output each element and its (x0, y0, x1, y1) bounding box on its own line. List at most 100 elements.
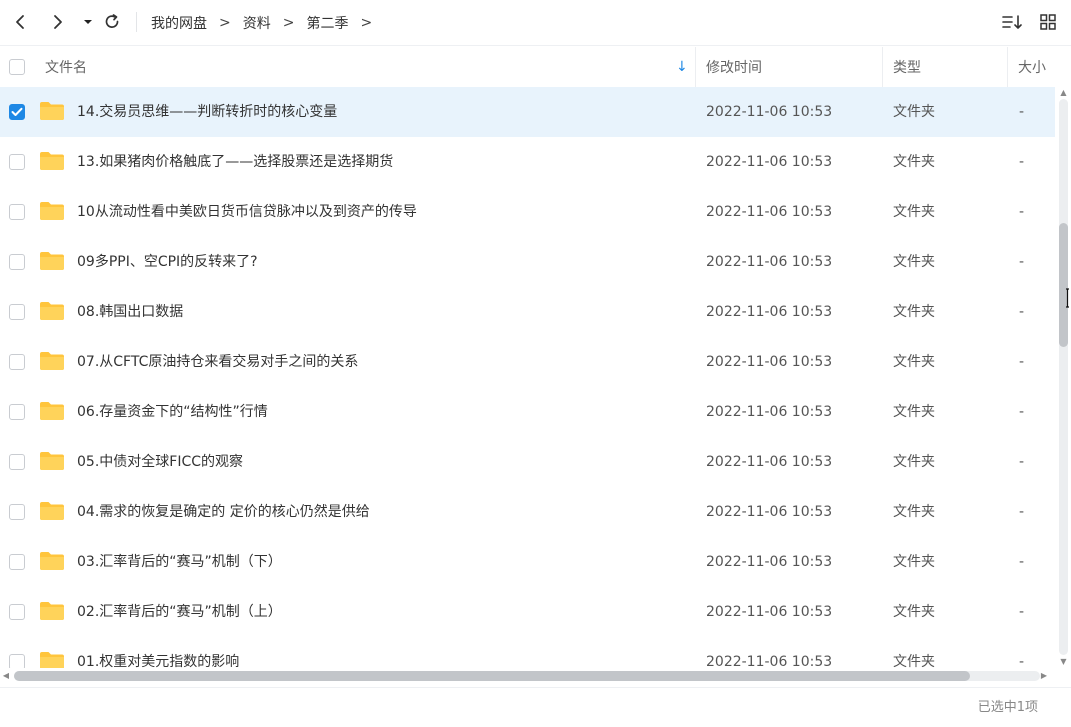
column-size-header[interactable]: 大小 (1018, 47, 1046, 87)
refresh-icon (105, 14, 119, 28)
file-row[interactable]: 02.汇率背后的“赛马”机制（上） 2022-11-06 10:53 文件夹 - (0, 587, 1055, 637)
file-size: - (1019, 254, 1025, 270)
file-modified-time: 2022-11-06 10:53 (706, 354, 833, 370)
file-type: 文件夹 (893, 504, 935, 520)
column-divider[interactable] (695, 47, 696, 87)
file-size: - (1019, 204, 1025, 220)
forward-button[interactable] (46, 10, 70, 34)
folder-icon (39, 601, 65, 621)
file-row[interactable]: 01.权重对美元指数的影响 2022-11-06 10:53 文件夹 - (0, 637, 1055, 668)
file-name[interactable]: 06.存量资金下的“结构性”行情 (77, 387, 268, 437)
sort-arrow-icon[interactable]: ↓ (676, 47, 688, 87)
row-checkbox[interactable] (9, 404, 25, 420)
folder-icon (39, 101, 65, 121)
file-modified-time: 2022-11-06 10:53 (706, 654, 833, 668)
file-size: - (1019, 304, 1025, 320)
file-row[interactable]: 07.从CFTC原油持仓来看交易对手之间的关系 2022-11-06 10:53… (0, 337, 1055, 387)
checkmark-icon (11, 107, 23, 116)
vertical-scrollbar[interactable]: ▲ ▼ (1056, 87, 1071, 668)
file-row[interactable]: 14.交易员思维——判断转折时的核心变量 2022-11-06 10:53 文件… (0, 87, 1055, 137)
row-checkbox[interactable] (9, 554, 25, 570)
scrollbar-track[interactable] (1059, 99, 1068, 655)
file-type: 文件夹 (893, 404, 935, 420)
file-modified-time: 2022-11-06 10:53 (706, 604, 833, 620)
breadcrumb-item-season-two[interactable]: 第二季 (306, 13, 348, 33)
row-checkbox[interactable] (9, 154, 25, 170)
file-modified-time: 2022-11-06 10:53 (706, 504, 833, 520)
row-checkbox[interactable] (9, 354, 25, 370)
file-size: - (1019, 554, 1025, 570)
file-name[interactable]: 04.需求的恢复是确定的 定价的核心仍然是供给 (77, 487, 370, 537)
folder-icon (39, 201, 65, 221)
file-type: 文件夹 (893, 154, 935, 170)
row-checkbox[interactable] (9, 654, 25, 668)
scroll-up-icon[interactable]: ▲ (1059, 89, 1068, 97)
breadcrumb-item-materials[interactable]: 资料 (243, 13, 271, 33)
selection-count: 已选中1项 (977, 700, 1038, 715)
folder-icon (39, 551, 65, 571)
breadcrumb-item-root[interactable]: 我的网盘 (151, 13, 207, 33)
scrollbar-thumb[interactable] (1059, 223, 1068, 347)
file-list: 14.交易员思维——判断转折时的核心变量 2022-11-06 10:53 文件… (0, 87, 1055, 668)
row-checkbox[interactable] (9, 454, 25, 470)
row-checkbox[interactable] (9, 104, 25, 120)
file-name[interactable]: 14.交易员思维——判断转折时的核心变量 (77, 87, 337, 137)
history-dropdown-button[interactable] (76, 10, 100, 34)
horizontal-scrollbar[interactable]: ◀ ▶ (0, 668, 1056, 684)
file-type: 文件夹 (893, 204, 935, 220)
file-name[interactable]: 07.从CFTC原油持仓来看交易对手之间的关系 (77, 337, 358, 387)
file-name[interactable]: 01.权重对美元指数的影响 (77, 637, 239, 668)
file-size: - (1019, 454, 1025, 470)
file-name[interactable]: 08.韩国出口数据 (77, 287, 183, 337)
folder-icon (39, 251, 65, 271)
scroll-down-icon[interactable]: ▼ (1059, 658, 1068, 666)
row-checkbox[interactable] (9, 504, 25, 520)
file-row[interactable]: 05.中债对全球FICC的观察 2022-11-06 10:53 文件夹 - (0, 437, 1055, 487)
file-type: 文件夹 (893, 304, 935, 320)
file-row[interactable]: 03.汇率背后的“赛马”机制（下） 2022-11-06 10:53 文件夹 - (0, 537, 1055, 587)
refresh-button[interactable] (100, 10, 124, 34)
scroll-right-icon[interactable]: ▶ (1040, 671, 1048, 681)
file-type: 文件夹 (893, 654, 935, 668)
scrollbar-thumb[interactable] (14, 671, 970, 681)
scroll-left-icon[interactable]: ◀ (2, 671, 10, 681)
column-divider[interactable] (882, 47, 883, 87)
file-name[interactable]: 02.汇率背后的“赛马”机制（上） (77, 587, 282, 637)
status-bar: 已选中1项 (0, 687, 1071, 727)
folder-icon (39, 451, 65, 471)
back-button[interactable] (8, 10, 32, 34)
file-row[interactable]: 04.需求的恢复是确定的 定价的核心仍然是供给 2022-11-06 10:53… (0, 487, 1055, 537)
column-modified-header[interactable]: 修改时间 (706, 47, 762, 87)
file-size: - (1019, 154, 1025, 170)
file-row[interactable]: 10从流动性看中美欧日货币信贷脉冲以及到资产的传导 2022-11-06 10:… (0, 187, 1055, 237)
file-row[interactable]: 09多PPI、空CPI的反转来了? 2022-11-06 10:53 文件夹 - (0, 237, 1055, 287)
file-modified-time: 2022-11-06 10:53 (706, 104, 833, 120)
file-row[interactable]: 06.存量资金下的“结构性”行情 2022-11-06 10:53 文件夹 - (0, 387, 1055, 437)
file-size: - (1019, 604, 1025, 620)
checkbox[interactable] (9, 59, 25, 75)
row-checkbox[interactable] (9, 604, 25, 620)
file-type: 文件夹 (893, 254, 935, 270)
folder-icon (39, 401, 65, 421)
file-name[interactable]: 03.汇率背后的“赛马”机制（下） (77, 537, 282, 587)
breadcrumb: 我的网盘 > 资料 > 第二季 > (151, 12, 384, 34)
file-row[interactable]: 13.如果猪肉价格触底了——选择股票还是选择期货 2022-11-06 10:5… (0, 137, 1055, 187)
folder-icon (39, 151, 65, 171)
row-checkbox[interactable] (9, 254, 25, 270)
column-type-header[interactable]: 类型 (893, 47, 921, 87)
sort-button[interactable] (1000, 10, 1024, 34)
column-name-header[interactable]: 文件名 (45, 47, 87, 87)
file-name[interactable]: 05.中债对全球FICC的观察 (77, 437, 243, 487)
file-name[interactable]: 10从流动性看中美欧日货币信贷脉冲以及到资产的传导 (77, 187, 417, 237)
grid-view-button[interactable] (1036, 10, 1060, 34)
row-checkbox[interactable] (9, 204, 25, 220)
file-name[interactable]: 09多PPI、空CPI的反转来了? (77, 237, 258, 287)
row-checkbox[interactable] (9, 304, 25, 320)
file-name[interactable]: 13.如果猪肉价格触底了——选择股票还是选择期货 (77, 137, 393, 187)
select-all-checkbox[interactable] (9, 47, 25, 87)
chevron-left-icon (16, 15, 24, 29)
file-row[interactable]: 08.韩国出口数据 2022-11-06 10:53 文件夹 - (0, 287, 1055, 337)
file-size: - (1019, 654, 1025, 668)
column-divider[interactable] (1007, 47, 1008, 87)
sort-list-icon (1002, 15, 1022, 29)
